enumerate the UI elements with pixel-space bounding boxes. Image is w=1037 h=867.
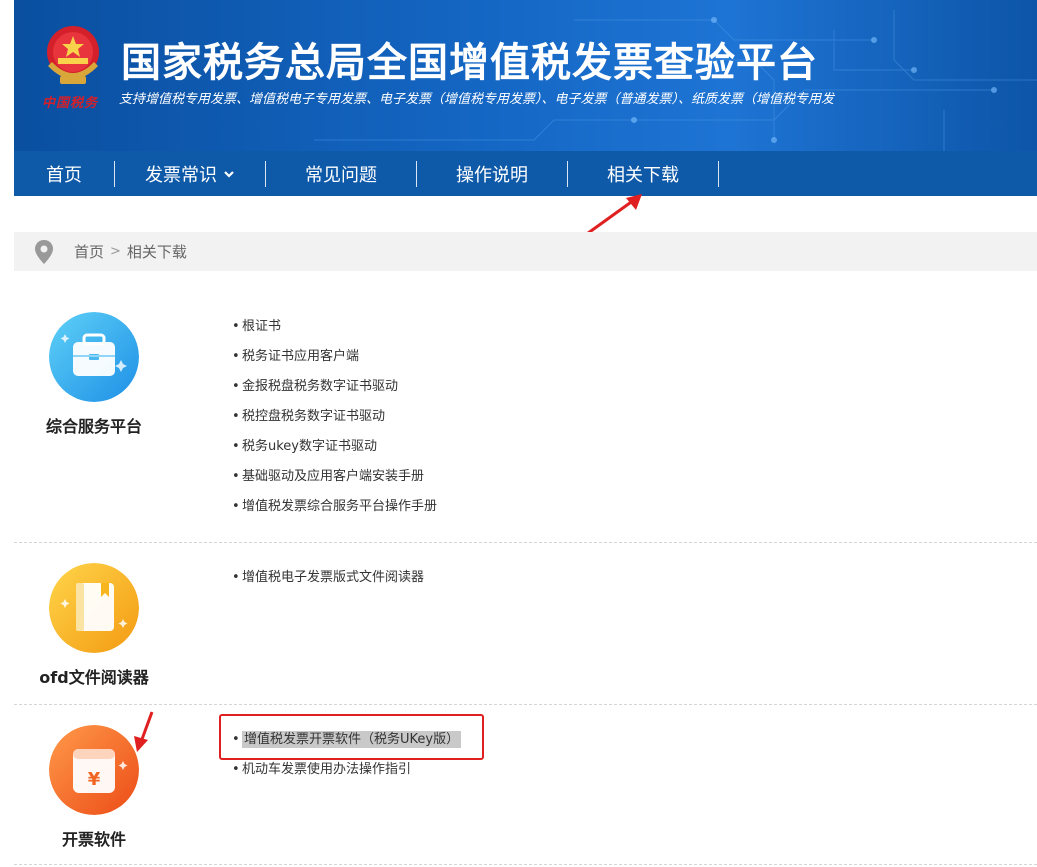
download-link-vehicle-invoice-guide[interactable]: • 机动车发票使用办法操作指引 [232,760,461,790]
download-link-install-manual[interactable]: • 基础驱动及应用客户端安装手册 [232,467,437,497]
nav-label: 常见问题 [305,164,377,186]
chevron-down-icon [224,170,234,178]
link-text: 金报税盘税务数字证书驱动 [242,379,399,394]
section-divider [14,704,1037,705]
invoice-yuan-icon: ¥ [49,725,139,815]
breadcrumb-home-link[interactable]: 首页 [74,241,104,262]
link-text: 税务ukey数字证书驱动 [242,439,377,454]
nav-label: 操作说明 [456,164,528,186]
nav-item-instructions[interactable]: 操作说明 [417,151,567,196]
section-title-invoicing-software: 开票软件 [61,830,126,849]
nav-item-invoice-knowledge[interactable]: 发票常识 [115,151,265,196]
page-title: 国家税务总局全国增值税发票查验平台 [121,40,818,86]
nav-label: 相关下载 [607,164,679,186]
svg-text:¥: ¥ [88,769,101,790]
link-text: 根证书 [242,319,282,334]
breadcrumb: 首页 > 相关下载 [14,232,1037,271]
main-nav: 首页 发票常识 常见问题 操作说明 相关下载 [14,151,1037,196]
briefcase-icon [49,312,139,402]
download-link-root-cert[interactable]: • 根证书 [232,317,437,347]
book-icon [49,563,139,653]
link-text: 税务证书应用客户端 [242,349,360,364]
download-link-shuikongpan-driver[interactable]: • 税控盘税务数字证书驱动 [232,407,437,437]
section-divider [14,864,1037,865]
page-subtitle: 支持增值税专用发票、增值税电子专用发票、电子发票（增值税专用发票）、电子发票（普… [119,92,835,107]
nav-divider [718,160,719,187]
emblem-caption: 中国税务 [42,96,99,111]
link-text: 税控盘税务数字证书驱动 [242,409,386,424]
header-banner: 中国税务 国家税务总局全国增值税发票查验平台 支持增值税专用发票、增值税电子专用… [14,0,1037,151]
tax-emblem-icon [47,26,99,84]
section-title-service-platform: 综合服务平台 [45,417,142,436]
location-pin-icon [35,239,53,264]
annotation-arrow-icon [134,711,154,752]
nav-label: 发票常识 [145,164,217,186]
link-text: 机动车发票使用办法操作指引 [242,762,412,777]
nav-item-faq[interactable]: 常见问题 [266,151,416,196]
ofd-reader-links: • 增值税电子发票版式文件阅读器 [232,568,424,598]
link-text: 增值税电子发票版式文件阅读器 [242,570,425,585]
download-link-cert-client[interactable]: • 税务证书应用客户端 [232,347,437,377]
nav-item-home[interactable]: 首页 [14,151,114,196]
download-link-ofd-reader[interactable]: • 增值税电子发票版式文件阅读器 [232,568,424,598]
download-link-platform-manual[interactable]: • 增值税发票综合服务平台操作手册 [232,497,437,527]
breadcrumb-current: 相关下载 [126,243,187,261]
annotation-highlight-box [219,714,484,760]
section-title-ofd-reader: ofd文件阅读器 [39,668,149,687]
download-link-ukey-driver[interactable]: • 税务ukey数字证书驱动 [232,437,437,467]
link-text: 增值税发票综合服务平台操作手册 [242,499,438,514]
section-divider [14,542,1037,543]
nav-label: 首页 [46,164,82,186]
breadcrumb-separator: > [110,244,121,259]
service-platform-links: • 根证书 • 税务证书应用客户端 • 金报税盘税务数字证书驱动 • 税控盘税务数字证书… [232,317,437,527]
link-text: 基础驱动及应用客户端安装手册 [242,469,425,484]
download-link-jinbao-driver[interactable]: • 金报税盘税务数字证书驱动 [232,377,437,407]
